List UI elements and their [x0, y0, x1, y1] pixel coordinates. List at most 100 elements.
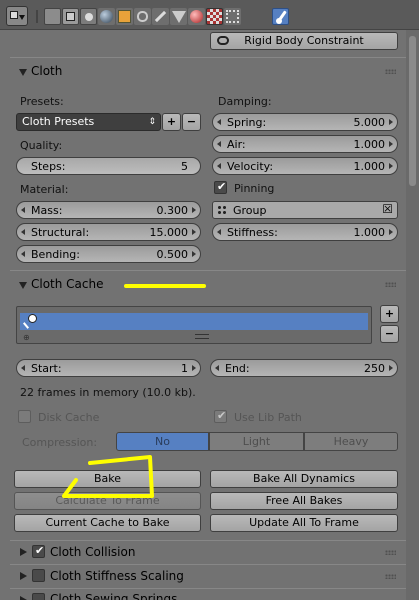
remove-preset-button[interactable]: − [182, 113, 201, 131]
disk-cache-checkbox[interactable] [18, 410, 31, 423]
scrollbar-thumb[interactable] [409, 36, 416, 186]
bending-label: Bending: [31, 248, 80, 261]
world-tab-icon[interactable] [98, 8, 115, 25]
current-cache-to-bake-button[interactable]: Current Cache to Bake [14, 514, 201, 532]
spring-field[interactable]: Spring: 5.000 [212, 113, 398, 131]
velocity-value: 1.000 [353, 160, 386, 173]
data-tab-icon[interactable] [170, 8, 187, 25]
drag-grip-icon[interactable] [385, 550, 396, 555]
increment-arrow-icon[interactable] [389, 163, 393, 169]
decrement-arrow-icon[interactable] [21, 229, 25, 235]
add-cache-button[interactable]: + [380, 305, 399, 323]
decrement-arrow-icon[interactable] [215, 365, 219, 371]
use-lib-path-checkbox[interactable]: ✔ [214, 409, 227, 423]
checkmark-icon: ✔ [217, 409, 227, 422]
compression-heavy-label: Heavy [333, 435, 369, 448]
decrement-arrow-icon[interactable] [217, 163, 221, 169]
render-layers-tab-icon[interactable] [62, 8, 79, 25]
cache-list[interactable]: ⊕ [16, 306, 372, 344]
update-all-to-frame-label: Update All To Frame [249, 516, 359, 529]
increment-arrow-icon[interactable] [192, 365, 196, 371]
increment-arrow-icon[interactable] [192, 229, 196, 235]
cloth-collision-panel-header[interactable]: ✔ Cloth Collision [10, 540, 406, 564]
pinning-label: Pinning [234, 182, 275, 195]
pinning-checkbox[interactable]: ✔ [214, 180, 227, 194]
compression-light-option[interactable]: Light [209, 432, 304, 451]
decrement-arrow-icon[interactable] [21, 207, 25, 213]
increment-arrow-icon[interactable] [389, 365, 393, 371]
free-all-bakes-button[interactable]: Free All Bakes [210, 492, 398, 510]
compression-no-option[interactable]: No [116, 432, 209, 451]
structural-field[interactable]: Structural: 15.000 [16, 223, 201, 241]
mass-label: Mass: [31, 204, 63, 217]
scene-tab-icon[interactable] [80, 8, 97, 25]
cache-info-text: 22 frames in memory (10.0 kb). [20, 386, 196, 399]
properties-header [0, 0, 419, 30]
panel-expand-arrow-icon [20, 572, 27, 580]
bake-all-dynamics-button[interactable]: Bake All Dynamics [210, 470, 398, 488]
decrement-arrow-icon[interactable] [217, 141, 221, 147]
spring-value: 5.000 [353, 116, 386, 129]
end-field[interactable]: End: 250 [210, 359, 398, 377]
render-tab-icon[interactable] [44, 8, 61, 25]
start-field[interactable]: Start: 1 [16, 359, 201, 377]
updown-arrows-icon: ⇕ [148, 117, 156, 127]
increment-arrow-icon[interactable] [192, 251, 196, 257]
cloth-sewing-springs-panel-header[interactable]: Cloth Sewing Springs [10, 588, 406, 600]
panel-expand-arrow-icon [20, 596, 27, 600]
cloth-presets-value: Cloth Presets [22, 115, 95, 128]
decrement-arrow-icon[interactable] [21, 251, 25, 257]
compression-no-label: No [155, 435, 170, 448]
texture-tab-icon[interactable] [206, 8, 223, 25]
cloth-stiffness-scaling-panel-header[interactable]: Cloth Stiffness Scaling [10, 564, 406, 588]
object-tab-icon[interactable] [116, 8, 133, 25]
steps-field[interactable]: Steps: 5 [16, 157, 201, 175]
mass-value: 0.300 [156, 204, 189, 217]
compression-heavy-option[interactable]: Heavy [304, 432, 398, 451]
start-value: 1 [181, 362, 188, 375]
remove-cache-button[interactable]: − [380, 325, 399, 343]
cloth-cache-panel-header[interactable]: Cloth Cache [10, 270, 406, 298]
cloth-collision-checkbox[interactable]: ✔ [32, 544, 45, 558]
rigid-body-constraint-button[interactable]: Rigid Body Constraint [210, 32, 398, 50]
material-tab-icon[interactable] [188, 8, 205, 25]
stiffness-field[interactable]: Stiffness: 1.000 [212, 223, 398, 241]
cloth-stiffness-scaling-checkbox[interactable] [32, 569, 45, 582]
cache-list-item-selected[interactable] [20, 313, 368, 330]
increment-arrow-icon[interactable] [389, 119, 393, 125]
editor-type-icon[interactable] [6, 6, 28, 26]
bending-field[interactable]: Bending: 0.500 [16, 245, 201, 263]
bake-all-dynamics-label: Bake All Dynamics [253, 472, 355, 485]
mass-field[interactable]: Mass: 0.300 [16, 201, 201, 219]
bending-value: 0.500 [156, 248, 189, 261]
rigid-body-constraint-label: Rigid Body Constraint [244, 34, 364, 47]
decrement-arrow-icon[interactable] [217, 119, 221, 125]
velocity-field[interactable]: Velocity: 1.000 [212, 157, 398, 175]
group-icon [217, 205, 227, 215]
particles-tab-icon[interactable] [224, 8, 241, 25]
cloth-panel-header[interactable]: Cloth [10, 57, 406, 85]
clear-icon[interactable]: ☒ [382, 202, 393, 216]
list-resize-grip-icon[interactable] [195, 334, 209, 339]
drag-grip-icon[interactable] [385, 574, 396, 579]
stiffness-label: Stiffness: [227, 226, 278, 239]
update-all-to-frame-button[interactable]: Update All To Frame [210, 514, 398, 532]
increment-arrow-icon[interactable] [389, 141, 393, 147]
decrement-arrow-icon[interactable] [21, 365, 25, 371]
cloth-panel-title: Cloth [31, 64, 63, 78]
increment-arrow-icon[interactable] [389, 229, 393, 235]
drag-grip-icon[interactable] [385, 282, 396, 287]
air-field[interactable]: Air: 1.000 [212, 135, 398, 153]
compression-label: Compression: [22, 436, 98, 449]
physics-tab-icon[interactable] [272, 8, 289, 25]
add-preset-button[interactable]: + [162, 113, 181, 131]
drag-grip-icon[interactable] [385, 69, 396, 74]
decrement-arrow-icon[interactable] [217, 229, 221, 235]
cloth-presets-dropdown[interactable]: Cloth Presets ⇕ [16, 113, 161, 131]
constraints-tab-icon[interactable] [134, 8, 151, 25]
pinning-group-field[interactable]: Group ☒ [212, 201, 398, 219]
cloth-sewing-springs-checkbox[interactable] [32, 593, 45, 600]
modifiers-tab-icon[interactable] [152, 8, 169, 25]
list-filter-icon[interactable]: ⊕ [23, 333, 30, 342]
increment-arrow-icon[interactable] [192, 207, 196, 213]
